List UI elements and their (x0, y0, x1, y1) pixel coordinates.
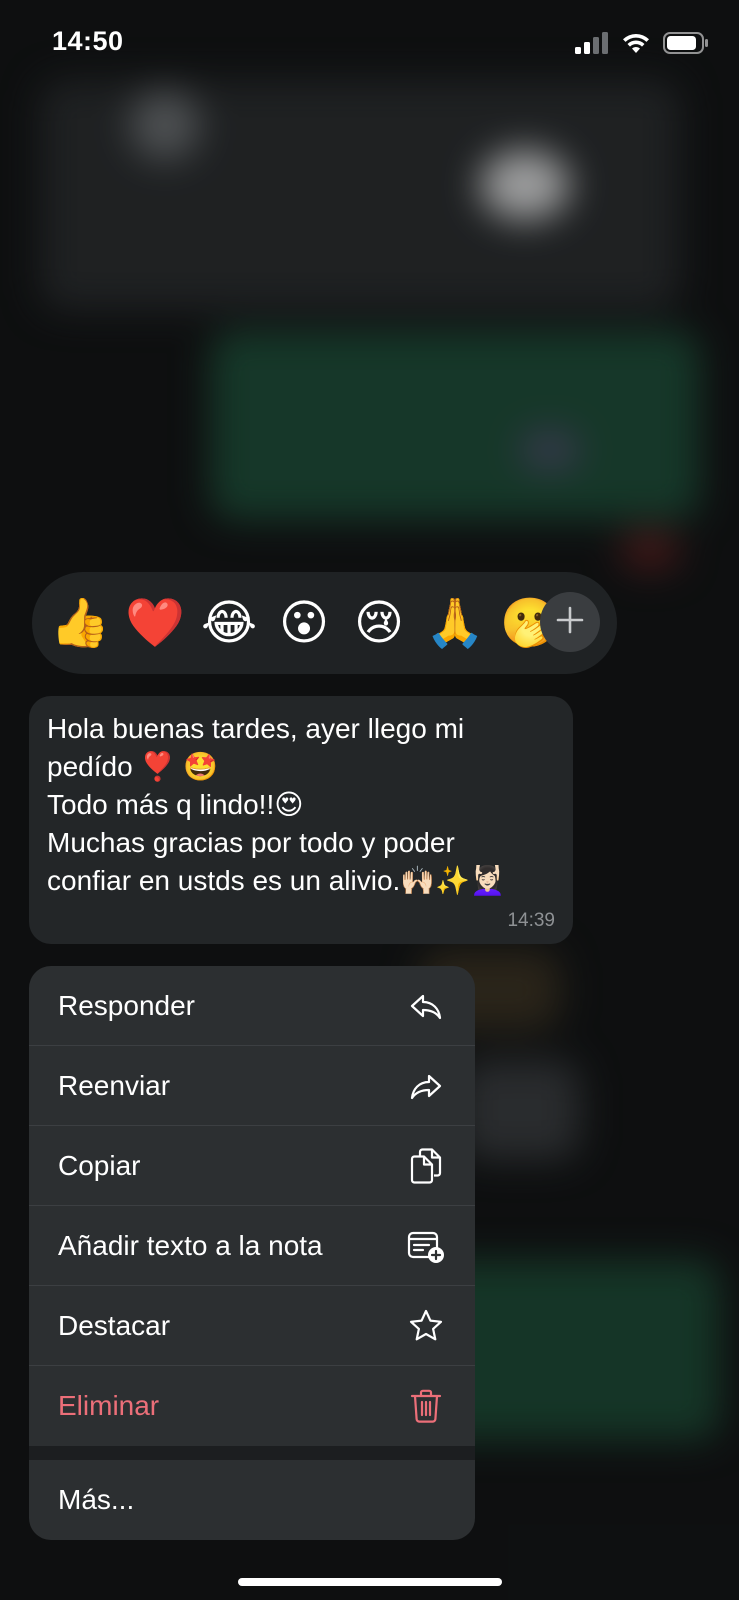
menu-item-label: Destacar (58, 1309, 171, 1341)
message-line: pedído ❣️ 🤩 (47, 751, 218, 782)
context-menu: Responder Reenviar Copiar Añadir texto a… (29, 966, 475, 1540)
status-icons (575, 32, 709, 59)
add-note-icon (407, 1227, 445, 1265)
menu-item-label: Más... (58, 1483, 135, 1515)
star-icon (407, 1307, 445, 1345)
menu-item-reply[interactable]: Responder (29, 966, 475, 1046)
menu-item-delete[interactable]: Eliminar (29, 1366, 475, 1446)
reaction-laughing[interactable]: 😂 (200, 594, 258, 652)
reaction-bar: 👍 ❤️ 😂 😮 😢 🙏 🫢 (32, 572, 617, 674)
menu-item-star[interactable]: Destacar (29, 1286, 475, 1366)
menu-item-label: Copiar (58, 1149, 141, 1181)
menu-item-more[interactable]: Más... (29, 1460, 475, 1539)
reply-icon (407, 987, 445, 1025)
reaction-thumbs-up[interactable]: 👍 (50, 594, 110, 652)
menu-item-add-to-note[interactable]: Añadir texto a la nota (29, 1206, 475, 1286)
menu-item-label: Añadir texto a la nota (58, 1229, 323, 1261)
home-indicator[interactable] (238, 1578, 502, 1586)
reaction-heart[interactable]: ❤️ (125, 594, 185, 652)
status-bar: 14:50 (0, 0, 739, 90)
menu-item-forward[interactable]: Reenviar (29, 1046, 475, 1126)
status-time: 14:50 (52, 26, 124, 56)
reaction-surprised[interactable]: 😮 (275, 594, 333, 652)
battery-icon (663, 32, 709, 59)
wifi-icon (621, 32, 651, 59)
menu-item-label: Reenviar (58, 1069, 171, 1101)
message-line: Todo más q lindo!!😍 (47, 789, 304, 820)
reaction-crying[interactable]: 😢 (350, 594, 408, 652)
screen: 14:50 👍 ❤️ 😂 😮 😢 🙏 🫢 Hola buenas tardes,… (0, 0, 739, 1600)
forward-icon (407, 1067, 445, 1105)
more-reactions-button[interactable] (540, 592, 600, 652)
message-line: Muchas gracias por todo y poder (47, 827, 455, 858)
menu-item-label: Eliminar (58, 1390, 160, 1421)
copy-icon (407, 1147, 445, 1185)
plus-icon (555, 605, 585, 640)
message-timestamp: 14:39 (507, 910, 555, 931)
menu-item-copy[interactable]: Copiar (29, 1126, 475, 1206)
message-bubble[interactable]: Hola buenas tardes, ayer llego mi pedído… (29, 696, 573, 944)
menu-item-label: Responder (58, 989, 195, 1021)
signal-icon (575, 32, 609, 59)
trash-icon (407, 1387, 445, 1425)
message-line: confiar en ustds es un alivio.🙌🏻✨💆🏻‍♀️ (47, 865, 505, 896)
menu-separator (29, 1446, 475, 1460)
message-line: Hola buenas tardes, ayer llego mi (47, 713, 465, 744)
reaction-praying[interactable]: 🙏 (425, 594, 485, 652)
